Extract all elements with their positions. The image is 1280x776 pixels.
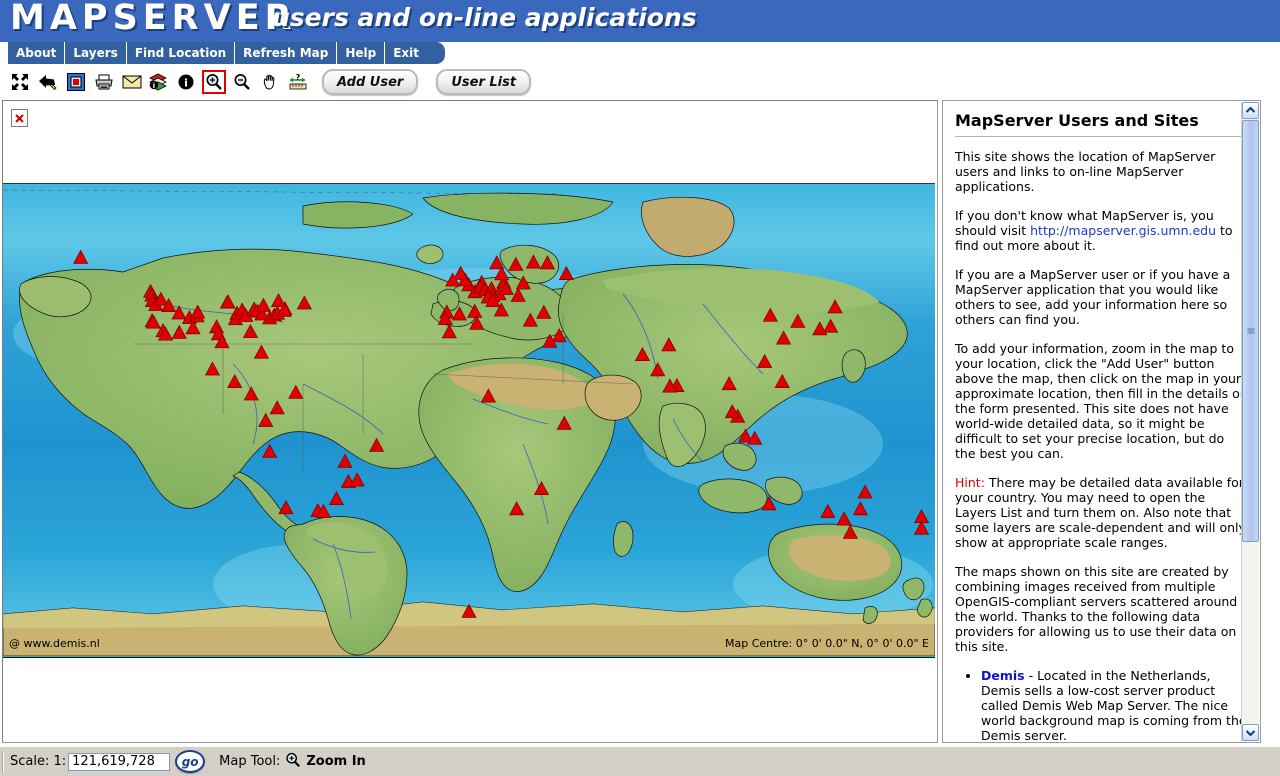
info-paragraph-2: If you don't know what MapServer is, you… [955,208,1248,253]
info-paragraph-1: This site shows the location of MapServe… [955,149,1216,194]
menu-strip: About Layers Find Location Refresh Map H… [8,42,446,64]
app-tagline: users and on-line applications [272,3,697,32]
broken-image-placeholder [11,109,28,127]
menu-item-find-location[interactable]: Find Location [127,42,236,64]
svg-text:?: ? [296,73,301,82]
title-divider [955,136,1248,137]
zoom-full-extent-icon[interactable] [8,70,32,94]
page-title: MapServer Users and Sites [955,111,1199,130]
svg-text:i: i [184,77,188,90]
map-frame: @ www.demis.nl Map Centre: 0° 0' 0.0" N,… [2,100,938,743]
broken-image-x-icon [15,113,24,123]
world-map-canvas[interactable] [3,184,935,656]
data-provider-list: Demis - Located in the Netherlands, Demi… [955,668,1248,742]
map-centre-readout: Map Centre: 0° 0' 0.0" N, 0° 0' 0.0" E [725,637,929,650]
menu-item-help[interactable]: Help [337,42,386,64]
add-user-button[interactable]: Add User [322,69,419,95]
scroll-down-button[interactable] [1242,724,1259,741]
toolbar-group-tools: i i ? [146,66,314,98]
scale-label: Scale: 1: [10,754,67,769]
status-bar: Scale: 1: go Map Tool: Zoom In [0,746,1280,776]
measure-icon[interactable]: ? [286,70,310,94]
provider-name-demis[interactable]: Demis [981,668,1025,683]
info-paragraph-3: If you are a MapServer user or if you ha… [955,267,1231,327]
scrollbar-grip [1247,328,1254,335]
info-paragraph-hint: Hint: There may be detailed data availab… [955,475,1248,550]
svg-text:i: i [153,82,155,90]
status-divider [2,750,4,773]
menu-item-layers[interactable]: Layers [65,42,127,64]
toolbar-group-actions: Add User User List [322,66,532,98]
info-panel-scrollbar[interactable] [1241,102,1259,741]
info-panel-content: MapServer Users and Sites This site show… [943,101,1260,742]
scroll-up-button[interactable] [1242,102,1259,119]
chevron-down-icon [1246,730,1255,736]
list-item: Demis - Located in the Netherlands, Demi… [981,668,1248,742]
mapserver-homepage-link[interactable]: http://mapserver.gis.umn.edu [1030,223,1216,238]
chevron-up-icon [1246,107,1255,113]
map-tool-status: Map Tool: Zoom In [219,752,366,771]
info-paragraph-4: To add your information, zoom in the map… [955,341,1248,461]
map-tool-value: Zoom In [306,754,366,769]
email-icon[interactable] [120,70,144,94]
app-logo: MAPSERVER [10,0,297,38]
hint-text: There may be detailed data available for… [955,475,1246,550]
pan-hand-icon[interactable] [258,70,282,94]
go-button[interactable]: go [175,750,206,773]
scrollbar-thumb[interactable] [1242,120,1259,542]
zoom-in-icon-status [285,752,301,771]
hint-label: Hint: [955,475,985,490]
app-banner: MAPSERVER users and on-line applications [0,0,1280,43]
layer-info-icon[interactable]: i [146,70,170,94]
info-icon[interactable]: i [174,70,198,94]
toolbar: i i ? Add User User List [0,66,1280,98]
toolbar-group-left [8,66,148,98]
info-paragraph-6: The maps shown on this site are created … [955,564,1238,654]
mapserver-application: MAPSERVER users and on-line applications… [0,0,1280,776]
info-panel: MapServer Users and Sites This site show… [942,100,1261,743]
menu-item-about[interactable]: About [8,42,66,64]
menu-bar: About Layers Find Location Refresh Map H… [0,42,1280,66]
map-tool-label: Map Tool: [219,754,281,769]
map-footer: @ www.demis.nl Map Centre: 0° 0' 0.0" N,… [3,637,935,655]
zoom-in-icon[interactable] [202,70,226,94]
scale-input[interactable] [68,752,171,771]
menu-item-refresh-map[interactable]: Refresh Map [235,42,338,64]
map-image[interactable]: @ www.demis.nl Map Centre: 0° 0' 0.0" N,… [3,183,935,658]
menu-item-exit[interactable]: Exit [385,42,427,64]
print-icon[interactable] [92,70,116,94]
map-attribution: @ www.demis.nl [9,637,100,650]
user-list-button[interactable]: User List [436,69,532,95]
reference-map-icon[interactable] [64,70,88,94]
zoom-out-icon[interactable] [230,70,254,94]
back-arrow-icon[interactable] [36,70,60,94]
